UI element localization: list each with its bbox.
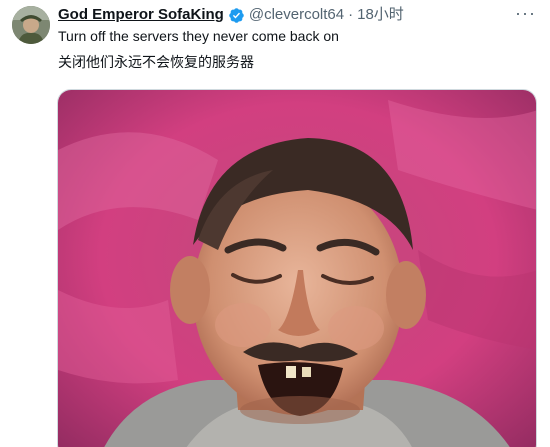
display-name[interactable]: God Emperor SofaKing [58,6,224,24]
tweet-media-image[interactable] [57,89,537,447]
avatar-image [12,6,50,44]
tweet-text-chinese: 关闭他们永远不会恢复的服务器 [58,54,254,70]
tweet-text-english: Turn off the servers they never come bac… [58,28,339,44]
timestamp[interactable]: 18小时 [357,6,404,24]
avatar[interactable] [12,6,50,44]
laughing-man-image [58,90,536,447]
more-options-icon[interactable]: ··· [515,4,536,22]
separator-dot: · [348,6,354,23]
user-handle[interactable]: @clevercolt64 [249,6,344,24]
tweet-header: God Emperor SofaKing @clevercolt64 · 18小… [58,6,404,24]
tweet: God Emperor SofaKing @clevercolt64 · 18小… [0,0,550,447]
verified-badge-icon [229,7,244,23]
